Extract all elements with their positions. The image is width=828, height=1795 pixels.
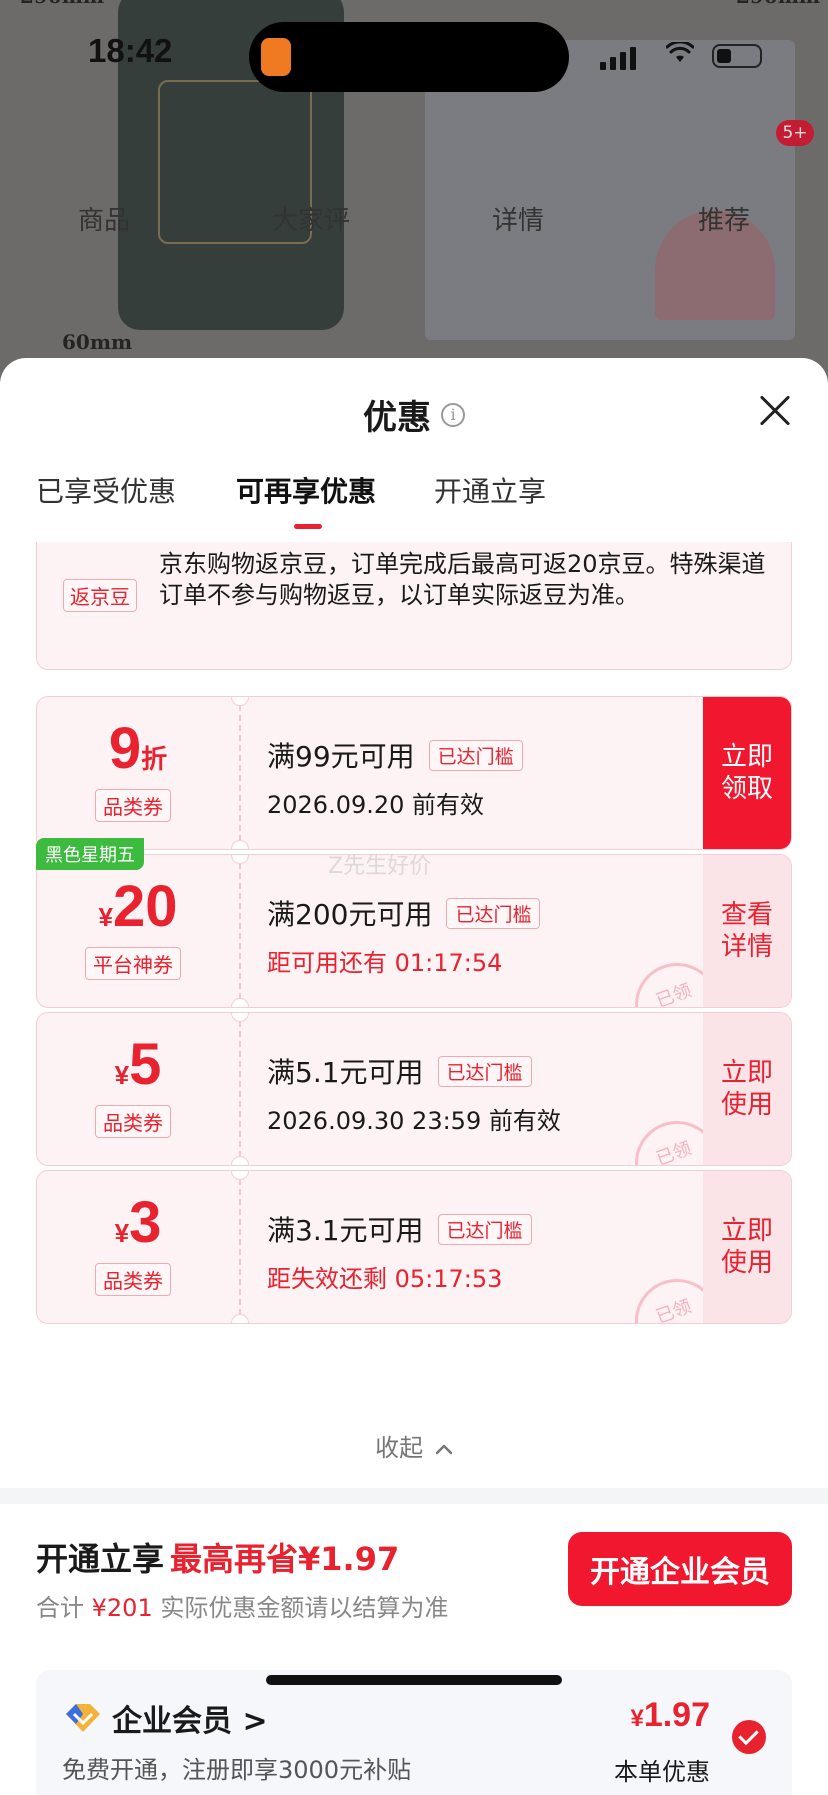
coupon-card: 9折 品类券 满99元可用 已达门槛 2026.09.20 前有效 立即领取 [36,696,792,850]
max-savings: 最高再省¥1.97 [170,1540,400,1578]
product-page-background: 60mm 290mm 290mm 商品 大家评 详情 推荐 5+ 18:42 [0,0,828,400]
discount-tabs: 已享受优惠 可再享优惠 开通立享 [0,470,828,530]
enterprise-member-card[interactable]: 企业会员 > 免费开通，注册即享3000元补贴 ¥1.97 本单优惠 [36,1670,792,1795]
live-activity-icon [261,38,291,76]
membership-footer: 开通立享 最高再省¥1.97 合计 ¥201 实际优惠金额请以结算为准 开通企业会… [0,1504,828,1795]
coupon-condition: 满5.1元可用 已达门槛 [267,1051,532,1091]
footer-title: 开通立享 最高再省¥1.97 [36,1540,400,1578]
claim-coupon-button[interactable]: 立即领取 [703,697,791,849]
jd-bean-text: 京东购物返京豆，订单完成后最高可返20京豆。特殊渠道订单不参与购物返豆，以订单实… [159,550,766,609]
coupon-condition: 满3.1元可用 已达门槛 [267,1209,532,1249]
threshold-reached-tag: 已达门槛 [446,897,541,929]
coupon-card: ¥5 品类券 满5.1元可用 已达门槛 2026.09.30 23:59 前有效… [36,1012,792,1166]
coupon-type-tag: 品类券 [95,1263,171,1296]
activate-enterprise-member-button[interactable]: 开通企业会员 [568,1532,792,1606]
coupon-type-tag: 品类券 [95,789,171,822]
sheet-header: 优惠 i [0,390,828,439]
coupon-value: 9 [108,716,142,781]
use-coupon-button[interactable]: 立即使用 [703,1171,791,1323]
coupon-countdown: 距可用还有 01:17:54 [267,949,503,977]
coupon-expiry: 2026.09.20 前有效 [267,791,485,819]
home-indicator [266,1675,562,1685]
coupon-currency: ¥ [114,1218,130,1248]
sheet-title: 优惠 [363,398,431,438]
coupon-value: 5 [129,1032,162,1097]
threshold-reached-tag: 已达门槛 [428,739,523,771]
close-icon[interactable] [758,394,792,428]
threshold-reached-tag: 已达门槛 [437,1213,532,1245]
coupon-type-tag: 平台神券 [85,947,181,980]
discount-sheet: 优惠 i 已享受优惠 可再享优惠 开通立享 返京豆 京东购物返京豆，订单完成后最… [0,358,828,1795]
tab-enjoyed[interactable]: 已享受优惠 [36,470,176,510]
coupon-card: ¥3 品类券 满3.1元可用 已达门槛 距失效还剩 05:17:53 已领 立即… [36,1170,792,1324]
signal-icon [600,62,606,70]
active-tab-indicator [294,524,322,529]
info-icon[interactable]: i [441,402,465,427]
diamond-icon [66,1704,100,1732]
chevron-up-icon [435,1444,453,1455]
coupon-condition: 满99元可用 已达门槛 [267,735,523,775]
coupon-value-block: ¥5 品类券 [37,1013,239,1165]
coupon-condition: 满200元可用 已达门槛 [267,893,541,933]
coupon-currency: ¥ [114,1060,130,1090]
coupon-value: 3 [129,1190,162,1255]
coupon-type-tag: 品类券 [95,1105,171,1138]
black-friday-badge: 黑色星期五 [36,838,144,870]
member-subtitle: 免费开通，注册即享3000元补贴 [62,1756,412,1784]
tab-activate[interactable]: 开通立享 [434,470,546,510]
member-discount-label: 本单优惠 [614,1758,710,1786]
coupon-value-block: ¥20 平台神券 [37,855,239,1007]
collapse-button[interactable]: 收起 [0,1428,828,1463]
footer-total: 合计 ¥201 实际优惠金额请以结算为准 [36,1594,449,1622]
checked-icon[interactable] [732,1720,766,1754]
member-discount-price: ¥1.97 [630,1696,710,1734]
watermark: Z先生好价 [328,854,432,879]
tab-available[interactable]: 可再享优惠 [236,470,376,510]
battery-icon [712,44,762,68]
status-time: 18:42 [88,32,173,69]
threshold-reached-tag: 已达门槛 [437,1055,532,1087]
jd-bean-tag: 返京豆 [63,579,137,612]
coupon-value-block: 9折 品类券 [37,697,239,849]
coupon-value-block: ¥3 品类券 [37,1171,239,1323]
coupon-list[interactable]: 返京豆 京东购物返京豆，订单完成后最高可返20京豆。特殊渠道订单不参与购物返豆，… [0,542,828,1582]
status-icons [600,40,780,70]
total-amount: ¥201 [91,1594,153,1622]
coupon-unit: 折 [141,744,168,774]
dynamic-island [249,22,569,92]
member-name-link[interactable]: 企业会员 > [112,1696,268,1740]
coupon-currency: ¥ [98,902,113,932]
view-details-button[interactable]: 查看详情 [703,855,791,1007]
coupon-value: 20 [112,874,178,939]
coupon-countdown: 距失效还剩 05:17:53 [267,1265,503,1293]
coupon-expiry: 2026.09.30 23:59 前有效 [267,1107,561,1135]
use-coupon-button[interactable]: 立即使用 [703,1013,791,1165]
wifi-icon [666,42,694,62]
jd-bean-card: 返京豆 京东购物返京豆，订单完成后最高可返20京豆。特殊渠道订单不参与购物返豆，… [36,542,792,670]
